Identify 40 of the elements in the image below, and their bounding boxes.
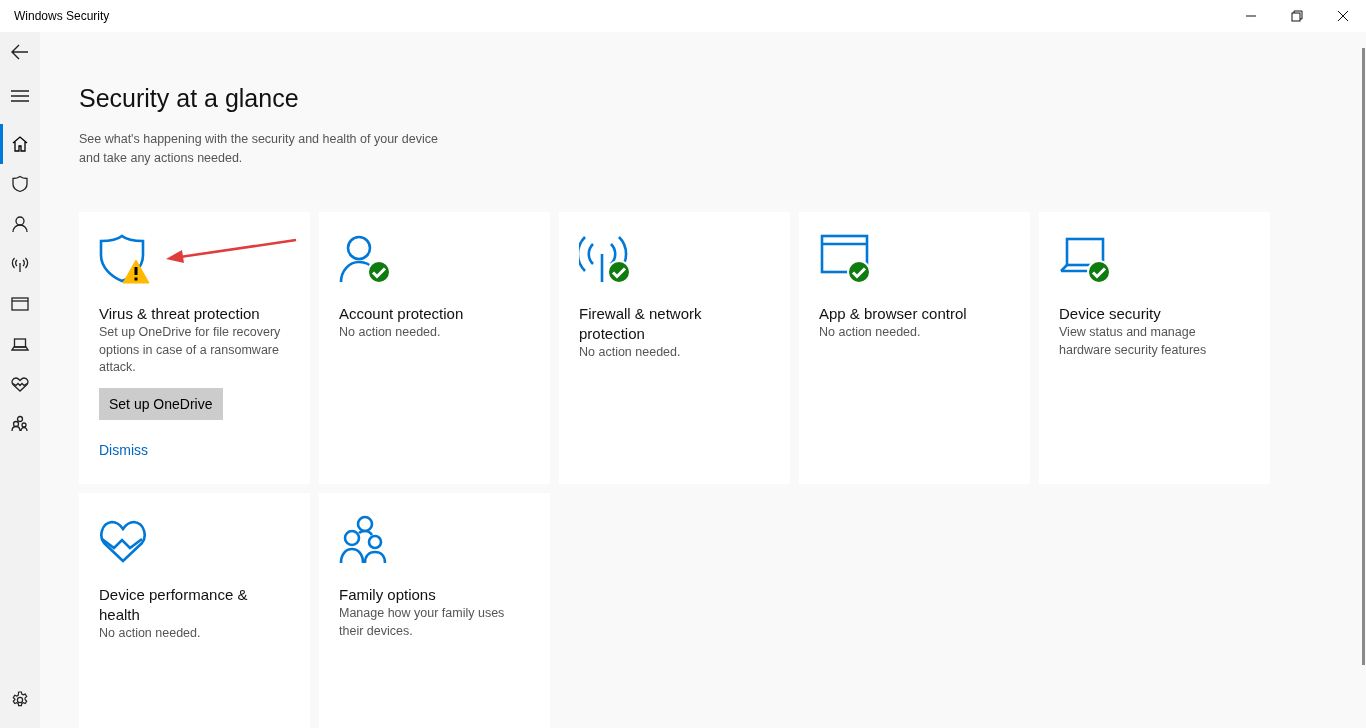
antenna-icon (11, 255, 29, 273)
dismiss-link[interactable]: Dismiss (99, 441, 148, 458)
card-title: Account protection (339, 304, 464, 324)
settings-icon (11, 691, 29, 709)
status-card[interactable]: Account protection No action needed. (319, 212, 550, 484)
card-title: Family options (339, 585, 436, 605)
card-title: Virus & threat protection (99, 304, 260, 324)
setup-button[interactable]: Set up OneDrive (99, 387, 223, 420)
restore-icon (1291, 10, 1303, 22)
status-card[interactable]: Device performance & health No action needed. (79, 493, 310, 728)
status-card[interactable]: Family options Manage how your family uses their devices. (319, 493, 550, 728)
card-title: Firewall & network protection (579, 304, 703, 344)
home-icon (11, 135, 29, 153)
scrollbar[interactable] (1362, 48, 1365, 665)
card-title: App & browser control (819, 304, 967, 324)
status-card[interactable]: Device security View status and manage hardware security features (1039, 212, 1270, 484)
browser-window-icon (11, 295, 29, 313)
menu-icon (11, 89, 29, 103)
heart-icon (11, 375, 29, 393)
back-arrow-icon (11, 44, 29, 60)
card-title: Device security (1059, 304, 1161, 324)
card-title: Device performance & health (99, 585, 249, 625)
family-icon (11, 415, 29, 433)
status-card[interactable]: Virus & threat protection Set up OneDrive for file recovery options in case of a ransomware attack. Set up OneDrive Dismiss (79, 212, 310, 484)
close-icon (1337, 10, 1349, 22)
laptop-icon (11, 335, 29, 353)
page-title: Security at a glance (79, 83, 300, 114)
page-subtitle: See what's happening with the security and health of your device and take any actions needed. (79, 131, 439, 167)
shield-icon (11, 175, 29, 193)
card-description: Set up OneDrive for file recovery options in case of a ransomware attack. (99, 324, 282, 376)
card-description: No action needed. (579, 344, 681, 361)
card-description: Manage how your family uses their devices. (339, 605, 506, 640)
person-icon (11, 215, 29, 233)
status-card[interactable]: Firewall & network protection No action needed. (559, 212, 790, 484)
card-description: No action needed. (99, 625, 201, 642)
card-description: No action needed. (339, 324, 441, 341)
status-card[interactable]: App & browser control No action needed. (799, 212, 1030, 484)
card-description: No action needed. (819, 324, 921, 341)
window-title: Windows Security (14, 9, 110, 23)
card-description: View status and manage hardware security features (1059, 324, 1208, 359)
